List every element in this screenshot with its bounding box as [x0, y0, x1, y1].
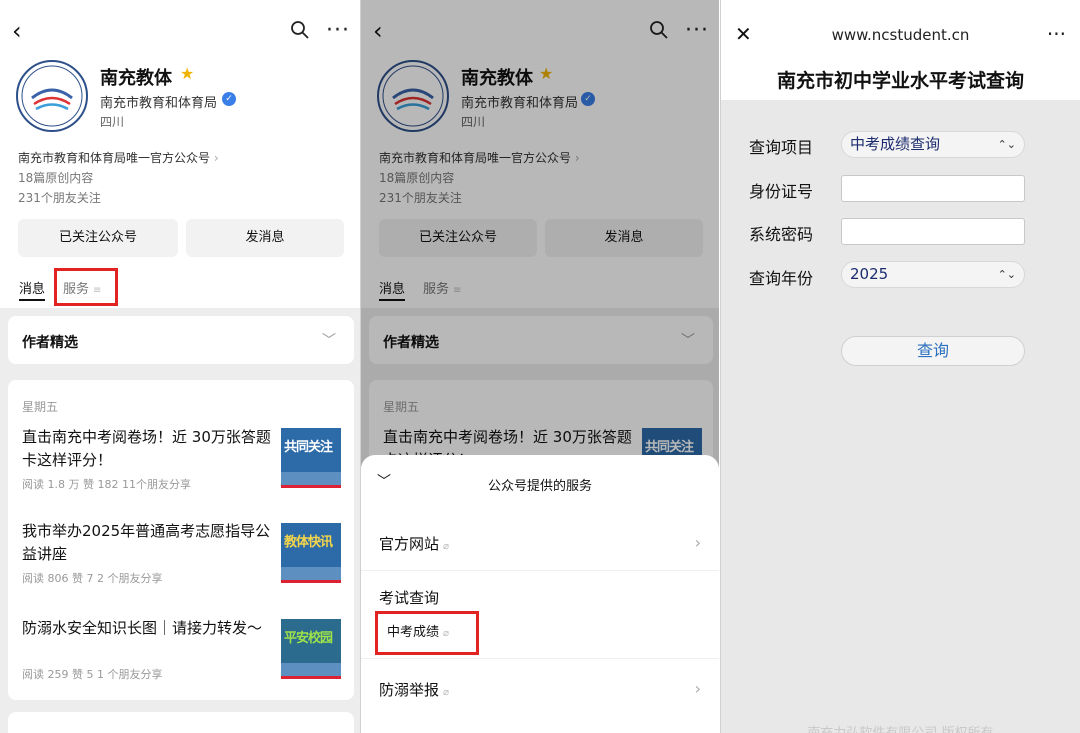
article-meta: 阅读 1.8 万 赞 182 11个朋友分享	[22, 478, 191, 491]
more-icon[interactable]: ···	[1047, 22, 1066, 46]
article-thumbnail[interactable]: 共同关注	[281, 428, 341, 488]
featured-card[interactable]: 作者精选 ﹀	[8, 316, 354, 364]
more-icon[interactable]: ···	[326, 18, 350, 43]
page-url: www.ncstudent.cn	[831, 26, 970, 44]
account-description[interactable]: 南充市教育和体育局唯一官方公众号 ›	[18, 149, 219, 166]
article-title[interactable]: 直击南充中考阅卷场！近 30万张答题卡这样评分！	[22, 426, 274, 472]
label-query-item: 查询项目	[749, 138, 814, 157]
account-org[interactable]: 南充市教育和体育局	[100, 92, 217, 111]
thumb-label: 共同关注	[284, 440, 333, 455]
password-input[interactable]	[841, 218, 1025, 245]
services-sheet: ﹀ 公众号提供的服务 官方网站 ⌀ › 考试查询 中考成绩 ⌀ 防溺举报 ⌀ ›	[361, 455, 719, 733]
article-meta: 阅读 259 赞 5 1 个朋友分享	[22, 668, 163, 681]
account-location: 四川	[100, 115, 125, 129]
query-item-select[interactable]: 中考成绩查询 ⌃⌄	[841, 131, 1025, 158]
feed-day: 星期五	[22, 400, 59, 414]
select-caret-icon: ⌃⌄	[997, 138, 1016, 151]
article-title[interactable]: 我市举办2025年普通高考志愿指导公益讲座	[22, 520, 274, 566]
tab-active-indicator	[19, 299, 45, 301]
query-button[interactable]: 查询	[841, 336, 1025, 366]
article-thumbnail[interactable]: 教体快讯	[281, 523, 341, 583]
chevron-right-icon: ›	[694, 533, 701, 552]
back-icon[interactable]: ‹	[12, 19, 34, 43]
sheet-title: 公众号提供的服务	[487, 479, 592, 494]
link-icon: ⌀	[443, 541, 450, 552]
page-footer: 南充力弘软件有限公司 版权所有	[721, 722, 1080, 733]
tab-messages[interactable]: 消息	[19, 278, 45, 297]
search-icon[interactable]	[290, 20, 312, 42]
select-caret-icon: ⌃⌄	[997, 268, 1016, 281]
article-meta: 阅读 806 赞 7 2 个朋友分享	[22, 572, 163, 585]
thumb-label: 平安校园	[284, 631, 333, 646]
label-year: 查询年份	[749, 269, 814, 288]
followers-count: 231个朋友关注	[18, 191, 101, 205]
account-name: 南充教体	[100, 68, 172, 89]
star-icon: ★	[180, 64, 195, 83]
chevron-right-icon: ›	[694, 679, 701, 698]
message-button[interactable]: 发消息	[186, 219, 344, 257]
year-select[interactable]: 2025 ⌃⌄	[841, 261, 1025, 288]
highlight-box	[375, 611, 479, 655]
verified-icon: ✓	[222, 92, 236, 106]
page-title: 南充市初中学业水平考试查询	[776, 70, 1024, 92]
chevron-right-icon: ›	[213, 151, 219, 165]
services-panel: ‹ ··· 南充教体 ★ 南充市教育和体育局 ✓ 四川 南充市教育和体育局唯一官…	[361, 0, 719, 733]
highlight-box	[54, 268, 118, 306]
feed-card: 星期五 直击南充中考阅卷场！近 30万张答题卡这样评分！ 阅读 1.8 万 赞 …	[8, 380, 354, 700]
thumb-label: 教体快讯	[284, 535, 333, 550]
articles-count: 18篇原创内容	[18, 171, 94, 185]
link-icon: ⌀	[443, 687, 450, 698]
feed-card-next	[8, 712, 354, 733]
article-title[interactable]: 防溺水安全知识长图｜请接力转发～	[22, 617, 274, 640]
id-card-input[interactable]	[841, 175, 1025, 202]
profile-panel: ‹ ··· 南充教体 ★ 南充市教育和体育局 ✓ 四川 南充市教育和体育局唯一官…	[0, 0, 360, 733]
account-logo	[16, 60, 88, 132]
label-id-card: 身份证号	[749, 182, 814, 201]
query-panel: ✕ www.ncstudent.cn ··· 南充市初中学业水平考试查询 查询项…	[721, 0, 1080, 733]
label-password: 系统密码	[749, 225, 814, 244]
chevron-down-icon: ﹀	[322, 333, 336, 349]
featured-title: 作者精选	[22, 335, 78, 351]
article-thumbnail[interactable]: 平安校园	[281, 619, 341, 679]
follow-button[interactable]: 已关注公众号	[18, 219, 178, 257]
